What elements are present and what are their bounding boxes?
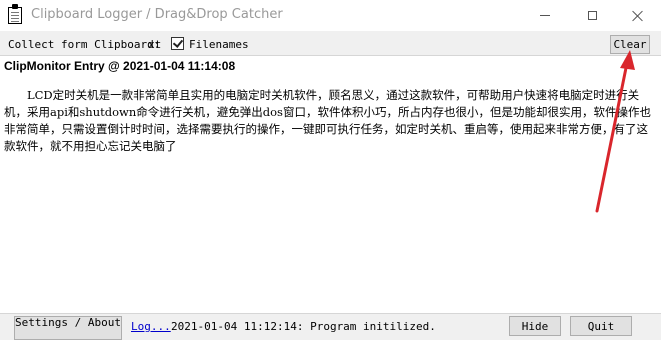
minimize-button[interactable] xyxy=(522,0,568,31)
filenames-checkbox[interactable] xyxy=(171,37,184,50)
clipboard-log-textarea[interactable]: ClipMonitor Entry @ 2021-01-04 11:14:08 … xyxy=(0,55,661,314)
close-icon xyxy=(632,10,644,22)
entry-header: ClipMonitor Entry @ 2021-01-04 11:14:08 xyxy=(4,59,236,73)
maximize-button[interactable] xyxy=(569,0,615,31)
clear-button[interactable]: Clear xyxy=(610,35,650,54)
hide-button[interactable]: Hide xyxy=(509,316,561,336)
collect-from-clipboard-label: Collect form Clipboard: xyxy=(8,38,161,51)
entry-body-text: LCD定时关机是一款非常简单且实用的电脑定时关机软件，顾名思义，通过这款软件，可… xyxy=(4,88,651,153)
window-title: Clipboard Logger / Drag&Drop Catcher xyxy=(31,7,283,22)
clipboard-icon xyxy=(8,4,22,24)
maximize-icon xyxy=(587,11,597,20)
collect-extension-text: xt xyxy=(148,38,162,51)
status-message: 2021-01-04 11:12:14: Program initilized. xyxy=(171,320,436,333)
quit-button[interactable]: Quit xyxy=(570,316,632,336)
title-bar: Clipboard Logger / Drag&Drop Catcher xyxy=(0,0,661,31)
filenames-label[interactable]: Filenames xyxy=(189,38,249,51)
log-link[interactable]: Log... xyxy=(131,320,171,333)
settings-about-button[interactable]: Settings / About xyxy=(14,316,122,340)
minimize-icon xyxy=(540,15,550,16)
close-button[interactable] xyxy=(615,0,661,31)
